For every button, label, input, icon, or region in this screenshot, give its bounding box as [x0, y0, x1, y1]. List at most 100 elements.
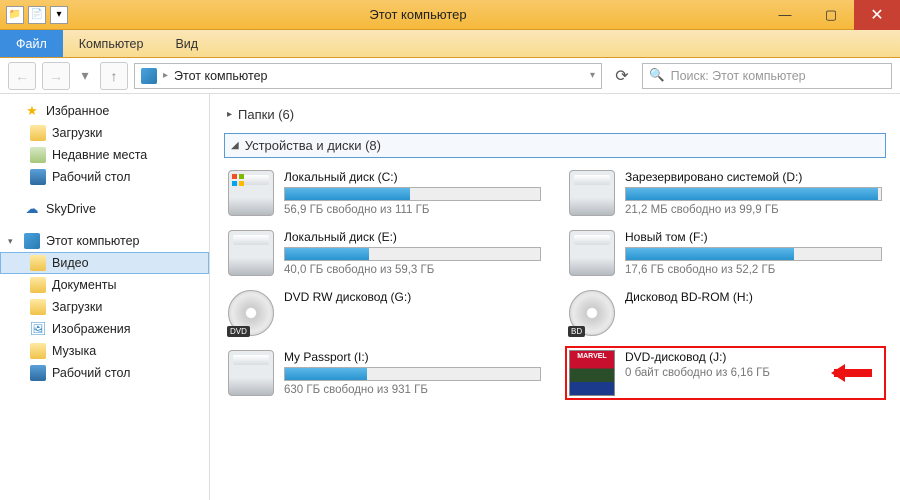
tab-view[interactable]: Вид — [159, 30, 214, 57]
drive-free-text: 21,2 МБ свободно из 99,9 ГБ — [625, 204, 882, 216]
sidebar-item-label: Загрузки — [52, 126, 102, 140]
desktop-icon — [30, 365, 46, 381]
drive-name: My Passport (I:) — [284, 350, 541, 364]
nav-forward-button[interactable]: → — [42, 62, 70, 90]
drive-name: Дисковод BD-ROM (H:) — [625, 290, 882, 304]
search-icon: 🔍 — [649, 68, 665, 83]
capacity-bar — [284, 367, 541, 381]
drive-info: DVD RW дисковод (G:) — [284, 290, 541, 307]
tab-file[interactable]: Файл — [0, 30, 63, 57]
folder-icon — [30, 255, 46, 271]
sidebar-item-videos[interactable]: Видео — [0, 252, 209, 274]
drive-item[interactable]: BD Дисковод BD-ROM (H:) — [565, 286, 886, 340]
sidebar-favorites-label: Избранное — [46, 104, 109, 118]
qa-icon-2[interactable]: ▾ — [50, 6, 68, 24]
search-input[interactable]: 🔍 Поиск: Этот компьютер — [642, 63, 892, 89]
sidebar-item-music[interactable]: Музыка — [0, 340, 209, 362]
pc-icon — [141, 68, 157, 84]
drive-name: DVD RW дисковод (G:) — [284, 290, 541, 304]
drive-name: DVD-дисковод (J:) — [625, 350, 882, 364]
folder-icon — [30, 299, 46, 315]
nav-up-button[interactable]: ↑ — [100, 62, 128, 90]
folder-icon — [30, 125, 46, 141]
nav-back-button[interactable]: ← — [8, 62, 36, 90]
nav-pane: ★ Избранное Загрузки Недавние места Рабо… — [0, 94, 210, 500]
hdd-icon — [228, 170, 274, 216]
close-button[interactable]: ✕ — [854, 0, 900, 30]
maximize-button[interactable]: ▢ — [808, 0, 854, 30]
sidebar-thispc-label: Этот компьютер — [46, 234, 139, 248]
drive-info: Локальный диск (C:) 56,9 ГБ свободно из 1… — [284, 170, 541, 216]
disc-badge: DVD — [227, 326, 250, 337]
capacity-bar — [625, 247, 882, 261]
sidebar-item-documents[interactable]: Документы — [0, 274, 209, 296]
window-title: Этот компьютер — [74, 7, 762, 22]
hdd-icon — [228, 350, 274, 396]
drive-item[interactable]: Локальный диск (E:) 40,0 ГБ свободно из 5… — [224, 226, 545, 280]
drive-item[interactable]: My Passport (I:)630 ГБ свободно из 931 Г… — [224, 346, 545, 400]
pictures-icon: 🖼 — [30, 321, 46, 337]
drive-name: Зарезервировано системой (D:) — [625, 170, 882, 184]
drive-free-text: 40,0 ГБ свободно из 59,3 ГБ — [284, 264, 541, 276]
quick-access-toolbar: 📁 📄 ▾ — [0, 6, 74, 24]
drive-name: Локальный диск (C:) — [284, 170, 541, 184]
sidebar-skydrive-label: SkyDrive — [46, 202, 96, 216]
sidebar-item-downloads2[interactable]: Загрузки — [0, 296, 209, 318]
sidebar-item-label: Музыка — [52, 344, 96, 358]
sidebar-item-label: Рабочий стол — [52, 170, 130, 184]
drive-info: Зарезервировано системой (D:) 21,2 МБ сво… — [625, 170, 882, 216]
nav-history-button[interactable]: ▾ — [76, 62, 94, 90]
drive-info: Новый том (F:)17,6 ГБ свободно из 52,2 Г… — [625, 230, 882, 276]
content-pane: ▸ Папки (6) ◢ Устройства и диски (8) Лок… — [210, 94, 900, 500]
section-devices-label: Устройства и диски (8) — [245, 138, 381, 153]
cloud-icon: ☁ — [24, 201, 40, 217]
drive-grid: Локальный диск (C:) 56,9 ГБ свободно из 1… — [224, 166, 886, 400]
sidebar-item-recent-places[interactable]: Недавние места — [0, 144, 209, 166]
section-folders[interactable]: ▸ Папки (6) — [224, 102, 886, 127]
ribbon-tabs: Файл Компьютер Вид — [0, 30, 900, 58]
app-icon: 📁 — [6, 6, 24, 24]
dvd-icon: DVD — [228, 290, 274, 336]
sidebar-item-desktop2[interactable]: Рабочий стол — [0, 362, 209, 384]
breadcrumb[interactable]: Этот компьютер — [174, 69, 267, 83]
drive-item[interactable]: Новый том (F:)17,6 ГБ свободно из 52,2 Г… — [565, 226, 886, 280]
chevron-right-icon: ▸ — [227, 109, 232, 120]
chevron-down-icon[interactable]: ▾ — [590, 70, 595, 81]
hdd-icon — [569, 230, 615, 276]
drive-item[interactable]: DVD DVD RW дисковод (G:) — [224, 286, 545, 340]
capacity-bar — [284, 187, 541, 201]
drive-free-text: 17,6 ГБ свободно из 52,2 ГБ — [625, 264, 882, 276]
sidebar-item-label: Изображения — [52, 322, 131, 336]
tab-computer[interactable]: Компьютер — [63, 30, 160, 57]
drive-item[interactable]: Зарезервировано системой (D:) 21,2 МБ сво… — [565, 166, 886, 220]
section-devices[interactable]: ◢ Устройства и диски (8) — [224, 133, 886, 158]
sidebar-item-label: Недавние места — [52, 148, 147, 162]
sidebar-item-downloads[interactable]: Загрузки — [0, 122, 209, 144]
sidebar-skydrive[interactable]: ☁ SkyDrive — [0, 198, 209, 220]
drive-info: My Passport (I:)630 ГБ свободно из 931 Г… — [284, 350, 541, 396]
chevron-down-icon: ◢ — [231, 140, 239, 151]
sidebar-item-desktop[interactable]: Рабочий стол — [0, 166, 209, 188]
star-icon: ★ — [24, 103, 40, 119]
sidebar-favorites[interactable]: ★ Избранное — [0, 100, 209, 122]
drive-free-text: 56,9 ГБ свободно из 111 ГБ — [284, 204, 541, 216]
search-placeholder: Поиск: Этот компьютер — [671, 69, 806, 83]
pc-icon — [24, 233, 40, 249]
places-icon — [30, 147, 46, 163]
drive-item[interactable]: Локальный диск (C:) 56,9 ГБ свободно из 1… — [224, 166, 545, 220]
sidebar-item-pictures[interactable]: 🖼 Изображения — [0, 318, 209, 340]
capacity-bar — [284, 247, 541, 261]
minimize-button[interactable]: — — [762, 0, 808, 30]
hdd-icon — [569, 170, 615, 216]
folder-icon — [30, 277, 46, 293]
drive-info: Локальный диск (E:) 40,0 ГБ свободно из 5… — [284, 230, 541, 276]
drive-name: Локальный диск (E:) — [284, 230, 541, 244]
address-bar[interactable]: ▸ Этот компьютер ▾ — [134, 63, 602, 89]
section-folders-label: Папки (6) — [238, 107, 294, 122]
disc-badge: BD — [568, 326, 585, 337]
capacity-bar — [625, 187, 882, 201]
sidebar-item-label: Документы — [52, 278, 116, 292]
sidebar-thispc[interactable]: ▾ Этот компьютер — [0, 230, 209, 252]
qa-icon-1[interactable]: 📄 — [28, 6, 46, 24]
refresh-button[interactable]: ⟳ — [608, 63, 636, 89]
